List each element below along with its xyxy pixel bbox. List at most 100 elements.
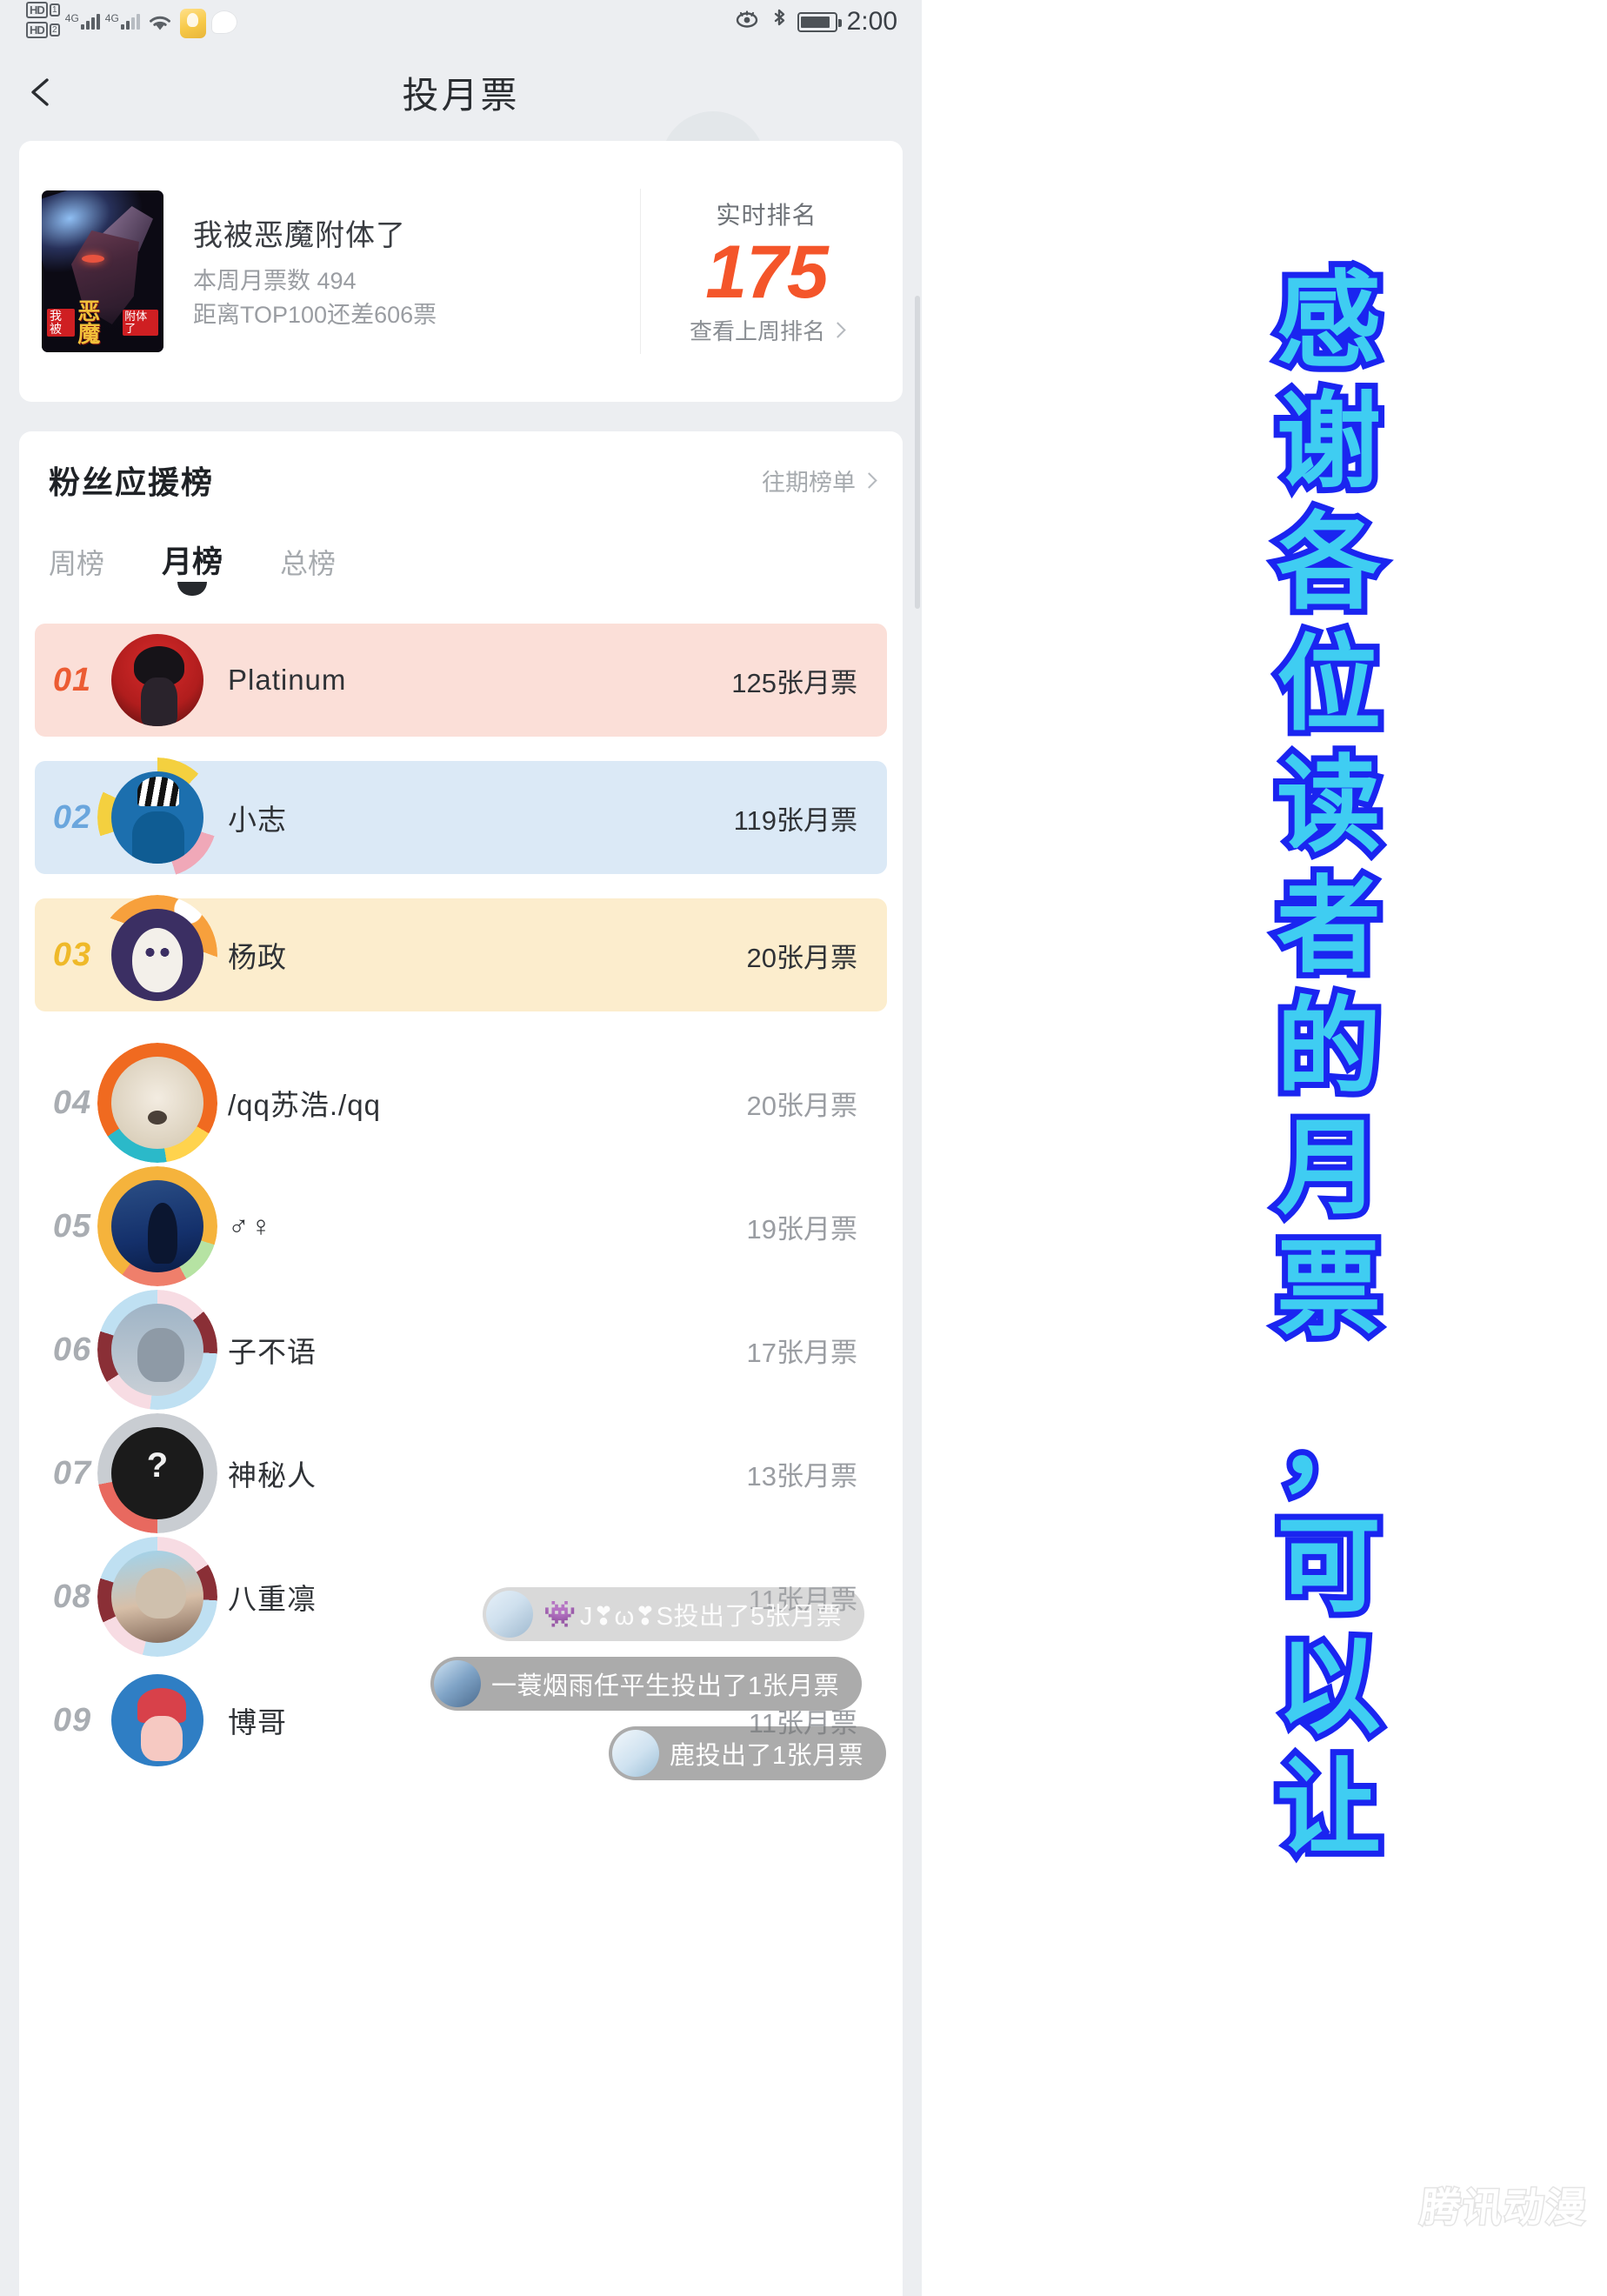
avatar[interactable]	[97, 758, 217, 878]
cover-text-2: 恶魔	[77, 298, 101, 347]
tab-monthly[interactable]: 月榜	[162, 537, 223, 597]
avatar[interactable]	[97, 1537, 217, 1657]
vtext-char: 各	[1270, 498, 1387, 627]
vtext-char: ，	[1270, 1381, 1387, 1510]
toast-avatar	[486, 1591, 533, 1638]
avatar[interactable]	[106, 1669, 209, 1772]
toast-text: 一蓑烟雨任平生投出了1张月票	[491, 1672, 840, 1700]
status-bar-right-icons: 2:00	[733, 7, 897, 37]
sim-label-1: 1	[49, 3, 60, 17]
cover-text-3: 附体了	[123, 310, 158, 336]
back-chevron-icon[interactable]	[24, 75, 59, 110]
vtext-char: 以	[1270, 1623, 1387, 1752]
vtext-char: 月	[1270, 1104, 1387, 1232]
overlay-panel: 感 谢 各 位 读 者 的 月 票 ， 可 以 让 腾讯动漫	[922, 0, 1607, 2296]
signal-bars-1	[80, 10, 100, 30]
network-label-2: 4G	[104, 12, 119, 24]
vertical-thank-you-text: 感 谢 各 位 读 者 的 月 票 ， 可 以 让	[1250, 257, 1407, 1872]
vtext-char: 位	[1270, 620, 1387, 749]
ranking-row[interactable]: 07 神秘人 13张月票	[35, 1413, 887, 1533]
tab-weekly[interactable]: 周榜	[49, 542, 104, 597]
app-icon	[179, 9, 206, 38]
fan-support-board-card: 粉丝应援榜 往期榜单 周榜 月榜 总榜 01 Platinum 125张月票 0…	[19, 431, 903, 2296]
hd-label-1: HD	[26, 2, 48, 18]
past-rankings-label: 往期榜单	[762, 469, 856, 496]
last-week-rank-label: 查看上周排名	[689, 317, 825, 344]
tencent-comics-watermark: 腾讯动漫	[1417, 2184, 1590, 2232]
hd-icon-2: HD 2	[26, 22, 60, 38]
avatar[interactable]	[97, 1043, 217, 1163]
tab-monthly-label: 月榜	[162, 545, 223, 579]
status-bar-left-icons: HD 1 HD 2 4G 4G	[26, 2, 237, 38]
weekly-votes-line: 本周月票数 494	[193, 268, 357, 295]
hd-label-2: HD	[26, 22, 48, 38]
sim-label-2: 2	[49, 23, 60, 37]
rank-label: 实时排名	[716, 202, 817, 230]
gap-to-top100-line: 距离TOP100还差606票	[193, 301, 437, 328]
ranking-row[interactable]: 04 /qq苏浩./qq 20张月票	[35, 1043, 887, 1163]
vote-toast: 一蓑烟雨任平生投出了1张月票	[430, 1657, 863, 1711]
signal-icon-2: 4G	[105, 10, 140, 30]
tab-total[interactable]: 总榜	[280, 542, 336, 597]
user-name: 神秘人	[228, 1459, 317, 1492]
vtext-char: 谢	[1270, 377, 1387, 506]
ranking-row[interactable]: 02 小志 119张月票	[35, 758, 887, 878]
hd-indicator-group: HD 1 HD 2	[26, 2, 60, 38]
last-week-rank-link[interactable]: 查看上周排名	[689, 314, 846, 346]
space-invader-icon: 👾	[543, 1599, 577, 1629]
active-tab-indicator	[177, 582, 208, 596]
avatar[interactable]	[97, 895, 217, 1015]
vote-count: 119张月票	[733, 804, 857, 836]
avatar[interactable]	[97, 1166, 217, 1286]
vtext-char: 的	[1270, 983, 1387, 1111]
toast-avatar	[612, 1730, 659, 1777]
avatar[interactable]	[97, 1413, 217, 1533]
rank-value: 175	[705, 230, 828, 315]
hd-icon-1: HD 1	[26, 2, 60, 18]
vtext-char: 让	[1270, 1744, 1387, 1872]
clock-label: 2:00	[846, 7, 897, 36]
scrollbar[interactable]	[915, 296, 920, 609]
vote-toast: 鹿投出了1张月票	[609, 1726, 887, 1780]
book-title: 我被恶魔附体了	[193, 219, 406, 253]
user-name: /qq苏浩./qq	[228, 1089, 381, 1121]
vtext-char: 票	[1270, 1225, 1387, 1353]
toast-text: J❣ω❣S投出了5张月票	[579, 1603, 843, 1631]
vote-count: 19张月票	[746, 1213, 857, 1245]
avatar[interactable]	[106, 629, 209, 731]
eye-off-icon	[733, 10, 761, 35]
message-icon	[210, 10, 237, 34]
ranking-row[interactable]: 05 ♂♀ 19张月票	[35, 1166, 887, 1286]
avatar[interactable]	[97, 1290, 217, 1410]
vtext-char: 可	[1270, 1502, 1387, 1631]
fan-board-title: 粉丝应援榜	[49, 464, 215, 500]
title-bar: 投月票	[0, 54, 922, 216]
ranking-row[interactable]: 01 Platinum 125张月票	[35, 624, 887, 737]
signal-icon-1: 4G	[65, 10, 100, 30]
user-name: 杨政	[228, 941, 287, 973]
chevron-right-icon	[861, 471, 877, 489]
bluetooth-icon	[770, 8, 788, 37]
toast-avatar	[434, 1660, 481, 1707]
ranking-tabs: 周榜 月榜 总榜	[19, 503, 903, 597]
vote-toast: 👾 J❣ω❣S投出了5张月票	[483, 1587, 865, 1641]
realtime-rank-box[interactable]: 实时排名 175 查看上周排名	[640, 189, 892, 354]
vote-count: 13张月票	[746, 1460, 857, 1492]
book-cover-image: 我被 恶魔 附体了	[42, 190, 163, 352]
user-name: 子不语	[228, 1336, 317, 1368]
status-bar: HD 1 HD 2 4G 4G 2:00	[0, 0, 922, 54]
book-info-card[interactable]: 我被 恶魔 附体了 我被恶魔附体了 本周月票数 494 距离TOP100还差60…	[19, 141, 903, 402]
wifi-icon	[145, 10, 175, 37]
network-label-1: 4G	[64, 12, 79, 24]
ranking-row[interactable]: 03 杨政 20张月票	[35, 895, 887, 1015]
user-name: Platinum	[228, 664, 347, 696]
past-rankings-link[interactable]: 往期榜单	[762, 464, 877, 497]
battery-icon	[797, 11, 842, 32]
ranking-row[interactable]: 06 子不语 17张月票	[35, 1290, 887, 1410]
vote-count: 20张月票	[746, 942, 857, 973]
phone-screenshot-panel: HD 1 HD 2 4G 4G 2:00 投月票 我被 恶魔 附体了 我被恶魔附…	[0, 0, 922, 2296]
user-name: ♂♀	[228, 1210, 273, 1242]
toast-text: 鹿投出了1张月票	[670, 1742, 864, 1770]
vtext-char: 者	[1270, 862, 1387, 991]
vote-count: 125张月票	[731, 667, 857, 698]
